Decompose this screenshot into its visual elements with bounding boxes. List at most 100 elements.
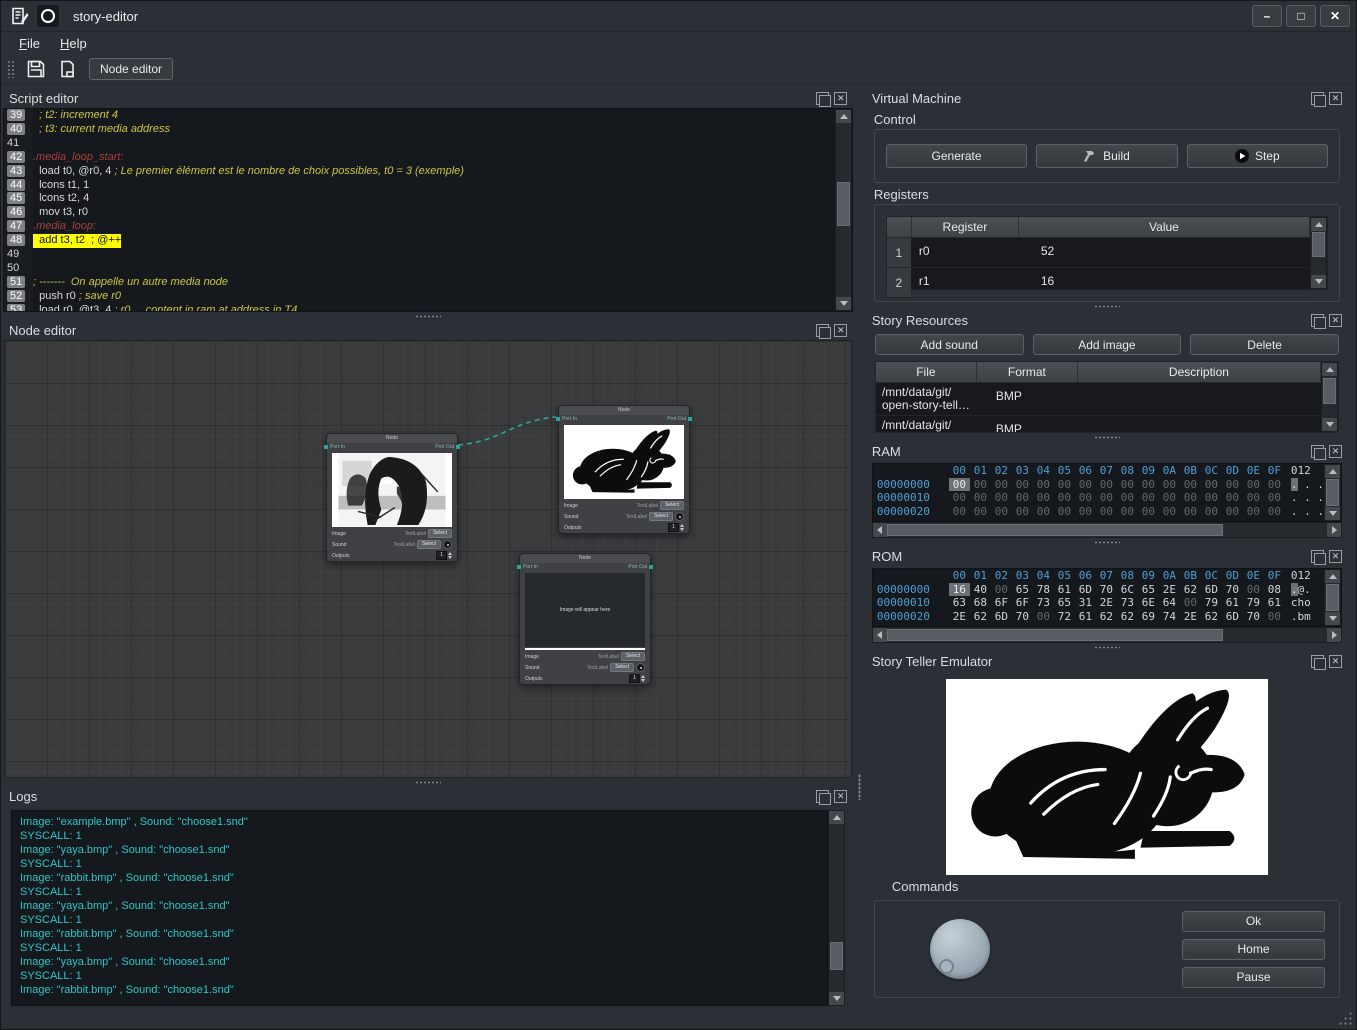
panel-float-icon[interactable] — [1311, 550, 1324, 563]
outputs-spinbox[interactable]: 1 — [629, 674, 645, 683]
hex-byte-cell[interactable]: 61 — [1054, 583, 1075, 597]
hex-byte-cell[interactable]: 64 — [1159, 596, 1180, 610]
hex-byte-cell[interactable]: 62 — [1117, 610, 1138, 624]
add-sound-button[interactable]: Add sound — [875, 334, 1024, 355]
panel-float-icon[interactable] — [1311, 92, 1324, 105]
outputs-spinbox[interactable]: 1 — [668, 523, 684, 532]
port-in-dot[interactable] — [324, 445, 328, 449]
toolbar-drag-handle[interactable] — [7, 60, 15, 78]
panel-close-icon[interactable]: ✕ — [1329, 550, 1342, 563]
hex-byte-cell[interactable]: 72 — [1054, 610, 1075, 624]
hex-byte-cell[interactable]: 74 — [1159, 610, 1180, 624]
rom-v-scrollbar[interactable] — [1324, 569, 1341, 626]
maximize-button[interactable]: □ — [1286, 5, 1316, 27]
rom-hex-view[interactable]: 000102030405060708090A0B0C0D0E0F01200000… — [873, 569, 1324, 626]
hex-row[interactable]: 0000000000000000000000000000000000000000… — [873, 478, 1324, 492]
hex-byte-cell[interactable]: 61 — [1075, 610, 1096, 624]
step-button[interactable]: Step — [1187, 144, 1328, 168]
hex-byte-cell[interactable]: 00 — [991, 583, 1012, 597]
hex-byte-cell[interactable]: 00 — [1075, 478, 1096, 492]
hex-byte-cell[interactable]: 00 — [1243, 505, 1264, 519]
hex-byte-cell[interactable]: 00 — [1033, 478, 1054, 492]
hex-byte-cell[interactable]: 00 — [1180, 505, 1201, 519]
port-in-dot[interactable] — [556, 417, 560, 421]
hex-byte-cell[interactable]: 00 — [1243, 478, 1264, 492]
hex-byte-cell[interactable]: 00 — [1096, 505, 1117, 519]
hex-byte-cell[interactable]: 00 — [1222, 491, 1243, 505]
hex-byte-cell[interactable]: 00 — [949, 491, 970, 505]
hex-byte-cell[interactable]: 00 — [1180, 478, 1201, 492]
panel-close-icon[interactable]: ✕ — [1329, 655, 1342, 668]
hex-byte-cell[interactable]: 00 — [1117, 491, 1138, 505]
hex-byte-cell[interactable]: 00 — [970, 505, 991, 519]
sound-play-button[interactable] — [443, 540, 452, 549]
command-knob[interactable] — [930, 919, 990, 979]
register-row[interactable]: 1r052 — [887, 238, 1310, 268]
hex-byte-cell[interactable]: 70 — [1222, 583, 1243, 597]
ram-v-scrollbar[interactable] — [1324, 464, 1341, 521]
hex-byte-cell[interactable]: 00 — [1075, 505, 1096, 519]
node-manga[interactable]: NodePort InPort OutImageTextLabelSelectS… — [326, 433, 458, 562]
hex-byte-cell[interactable]: 00 — [1138, 491, 1159, 505]
column-splitter-handle[interactable] — [858, 774, 861, 800]
hex-byte-cell[interactable]: 00 — [1243, 583, 1264, 597]
hex-byte-cell[interactable]: 65 — [1138, 583, 1159, 597]
hex-byte-cell[interactable]: 00 — [949, 505, 970, 519]
hex-byte-cell[interactable]: 73 — [1033, 596, 1054, 610]
menu-file[interactable]: File — [11, 35, 48, 52]
hex-byte-cell[interactable]: 00 — [1222, 478, 1243, 492]
sound-play-button[interactable] — [636, 663, 645, 672]
hex-byte-cell[interactable]: 00 — [1033, 610, 1054, 624]
hex-byte-cell[interactable]: 62 — [1180, 583, 1201, 597]
ram-hex-view[interactable]: 000102030405060708090A0B0C0D0E0F01200000… — [873, 464, 1324, 521]
hex-byte-cell[interactable]: 6D — [991, 610, 1012, 624]
hex-byte-cell[interactable]: 16 — [949, 583, 970, 597]
resource-row[interactable]: /mnt/data/git/open-story-tell…BMP — [876, 383, 1321, 416]
panel-float-icon[interactable] — [816, 790, 829, 803]
hex-byte-cell[interactable]: 00 — [1012, 478, 1033, 492]
sound-select-button[interactable]: Select — [610, 663, 634, 672]
panel-float-icon[interactable] — [816, 92, 829, 105]
hex-byte-cell[interactable]: 00 — [1180, 491, 1201, 505]
hex-byte-cell[interactable]: 00 — [1054, 491, 1075, 505]
hex-row[interactable]: 000000202E626D70007261626269742E626D7000… — [873, 610, 1324, 624]
panel-close-icon[interactable]: ✕ — [1329, 92, 1342, 105]
panel-float-icon[interactable] — [1311, 655, 1324, 668]
register-row[interactable]: 2r116 — [887, 268, 1310, 298]
hex-byte-cell[interactable]: 00 — [1243, 491, 1264, 505]
splitter-handle[interactable] — [415, 781, 441, 784]
port-in-dot[interactable] — [517, 565, 521, 569]
image-select-button[interactable]: Select — [660, 501, 684, 510]
resources-scrollbar[interactable] — [1321, 362, 1338, 432]
hex-byte-cell[interactable]: 00 — [1138, 505, 1159, 519]
panel-close-icon[interactable]: ✕ — [834, 790, 847, 803]
hex-byte-cell[interactable]: 00 — [1264, 610, 1285, 624]
hex-byte-cell[interactable]: 00 — [1096, 491, 1117, 505]
hex-byte-cell[interactable]: 2E — [1180, 610, 1201, 624]
node-canvas[interactable]: NodePort InPort OutImageTextLabelSelectS… — [4, 340, 852, 778]
hex-byte-cell[interactable]: 00 — [949, 478, 970, 492]
hex-byte-cell[interactable]: 70 — [1012, 610, 1033, 624]
hex-byte-cell[interactable]: 69 — [1138, 610, 1159, 624]
panel-float-icon[interactable] — [816, 324, 829, 337]
hex-byte-cell[interactable]: 40 — [970, 583, 991, 597]
panel-close-icon[interactable]: ✕ — [1329, 445, 1342, 458]
node-editor-toolbar-button[interactable]: Node editor — [89, 58, 173, 80]
logs-scrollbar[interactable] — [828, 810, 845, 1006]
hex-byte-cell[interactable]: 2E — [949, 610, 970, 624]
panel-close-icon[interactable]: ✕ — [1329, 314, 1342, 327]
hex-byte-cell[interactable]: 00 — [1159, 505, 1180, 519]
hex-byte-cell[interactable]: 6C — [1117, 583, 1138, 597]
hex-byte-cell[interactable]: 00 — [1117, 505, 1138, 519]
menu-help[interactable]: Help — [52, 35, 95, 52]
splitter-handle[interactable] — [1094, 541, 1120, 544]
hex-row[interactable]: 000000001640006578616D706C652E626D700008… — [873, 583, 1324, 597]
hex-byte-cell[interactable]: 79 — [1201, 596, 1222, 610]
hex-byte-cell[interactable]: 62 — [1201, 610, 1222, 624]
ram-h-scrollbar[interactable] — [872, 522, 1342, 538]
port-out-dot[interactable] — [688, 417, 692, 421]
hex-byte-cell[interactable]: 2E — [1159, 583, 1180, 597]
node-rabbit[interactable]: NodePort InPort OutImageTextLabelSelectS… — [558, 405, 690, 534]
home-button[interactable]: Home — [1182, 939, 1325, 960]
hex-byte-cell[interactable]: 08 — [1264, 583, 1285, 597]
